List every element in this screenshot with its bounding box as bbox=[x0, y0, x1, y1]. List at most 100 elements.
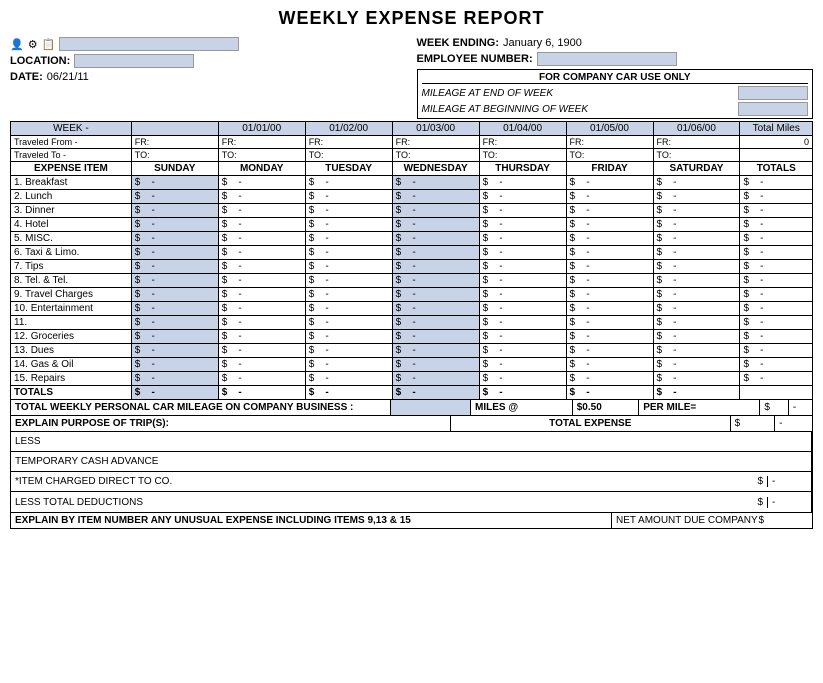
item-11-mon[interactable]: $ - bbox=[218, 316, 305, 330]
item-13-mon[interactable]: $ - bbox=[218, 344, 305, 358]
item-14-tue[interactable]: $ - bbox=[305, 358, 392, 372]
item-4-wed[interactable]: $ - bbox=[392, 218, 479, 232]
item-3-fri[interactable]: $ - bbox=[566, 204, 653, 218]
item-14-sat[interactable]: $ - bbox=[653, 358, 740, 372]
item-11-fri[interactable]: $ - bbox=[566, 316, 653, 330]
item-2-thu[interactable]: $ - bbox=[479, 190, 566, 204]
item-9-sun[interactable]: $ - bbox=[131, 288, 218, 302]
item-10-mon[interactable]: $ - bbox=[218, 302, 305, 316]
item-9-thu[interactable]: $ - bbox=[479, 288, 566, 302]
item-7-fri[interactable]: $ - bbox=[566, 260, 653, 274]
item-1-wed[interactable]: $ - bbox=[392, 176, 479, 190]
item-13-sat[interactable]: $ - bbox=[653, 344, 740, 358]
item-2-sun[interactable]: $ - bbox=[131, 190, 218, 204]
item-4-fri[interactable]: $ - bbox=[566, 218, 653, 232]
item-12-tue[interactable]: $ - bbox=[305, 330, 392, 344]
item-15-fri[interactable]: $ - bbox=[566, 372, 653, 386]
item-5-sat[interactable]: $ - bbox=[653, 232, 740, 246]
item-6-sat[interactable]: $ - bbox=[653, 246, 740, 260]
item-7-tue[interactable]: $ - bbox=[305, 260, 392, 274]
item-4-sat[interactable]: $ - bbox=[653, 218, 740, 232]
item-13-thu[interactable]: $ - bbox=[479, 344, 566, 358]
item-7-wed[interactable]: $ - bbox=[392, 260, 479, 274]
item-8-sat[interactable]: $ - bbox=[653, 274, 740, 288]
item-8-fri[interactable]: $ - bbox=[566, 274, 653, 288]
item-9-fri[interactable]: $ - bbox=[566, 288, 653, 302]
item-5-fri[interactable]: $ - bbox=[566, 232, 653, 246]
mileage-begin-input[interactable] bbox=[738, 102, 808, 116]
item-10-tue[interactable]: $ - bbox=[305, 302, 392, 316]
item-4-mon[interactable]: $ - bbox=[218, 218, 305, 232]
item-14-fri[interactable]: $ - bbox=[566, 358, 653, 372]
item-10-sat[interactable]: $ - bbox=[653, 302, 740, 316]
item-6-tue[interactable]: $ - bbox=[305, 246, 392, 260]
item-6-sun[interactable]: $ - bbox=[131, 246, 218, 260]
item-10-thu[interactable]: $ - bbox=[479, 302, 566, 316]
item-9-mon[interactable]: $ - bbox=[218, 288, 305, 302]
item-13-wed[interactable]: $ - bbox=[392, 344, 479, 358]
item-4-sun[interactable]: $ - bbox=[131, 218, 218, 232]
mileage-input[interactable] bbox=[391, 400, 471, 416]
item-11-thu[interactable]: $ - bbox=[479, 316, 566, 330]
item-3-wed[interactable]: $ - bbox=[392, 204, 479, 218]
item-11-sun[interactable]: $ - bbox=[131, 316, 218, 330]
item-5-tue[interactable]: $ - bbox=[305, 232, 392, 246]
item-3-mon[interactable]: $ - bbox=[218, 204, 305, 218]
item-13-fri[interactable]: $ - bbox=[566, 344, 653, 358]
item-12-fri[interactable]: $ - bbox=[566, 330, 653, 344]
item-14-wed[interactable]: $ - bbox=[392, 358, 479, 372]
item-8-sun[interactable]: $ - bbox=[131, 274, 218, 288]
item-7-sun[interactable]: $ - bbox=[131, 260, 218, 274]
item-2-sat[interactable]: $ - bbox=[653, 190, 740, 204]
item-2-mon[interactable]: $ - bbox=[218, 190, 305, 204]
mileage-end-input[interactable] bbox=[738, 86, 808, 100]
item-6-mon[interactable]: $ - bbox=[218, 246, 305, 260]
item-9-tue[interactable]: $ - bbox=[305, 288, 392, 302]
item-1-thu[interactable]: $ - bbox=[479, 176, 566, 190]
item-10-wed[interactable]: $ - bbox=[392, 302, 479, 316]
item-8-tue[interactable]: $ - bbox=[305, 274, 392, 288]
item-3-sun[interactable]: $ - bbox=[131, 204, 218, 218]
employee-number-input[interactable] bbox=[537, 52, 677, 66]
item-9-sat[interactable]: $ - bbox=[653, 288, 740, 302]
item-5-thu[interactable]: $ - bbox=[479, 232, 566, 246]
item-4-thu[interactable]: $ - bbox=[479, 218, 566, 232]
item-8-thu[interactable]: $ - bbox=[479, 274, 566, 288]
item-1-tue[interactable]: $ - bbox=[305, 176, 392, 190]
item-14-mon[interactable]: $ - bbox=[218, 358, 305, 372]
item-9-wed[interactable]: $ - bbox=[392, 288, 479, 302]
name-input[interactable] bbox=[59, 37, 239, 51]
item-10-sun[interactable]: $ - bbox=[131, 302, 218, 316]
item-12-wed[interactable]: $ - bbox=[392, 330, 479, 344]
location-input[interactable] bbox=[74, 54, 194, 68]
item-4-tue[interactable]: $ - bbox=[305, 218, 392, 232]
item-13-tue[interactable]: $ - bbox=[305, 344, 392, 358]
item-1-fri[interactable]: $ - bbox=[566, 176, 653, 190]
item-3-sat[interactable]: $ - bbox=[653, 204, 740, 218]
item-15-sun[interactable]: $ - bbox=[131, 372, 218, 386]
item-12-thu[interactable]: $ - bbox=[479, 330, 566, 344]
item-12-sun[interactable]: $ - bbox=[131, 330, 218, 344]
item-3-thu[interactable]: $ - bbox=[479, 204, 566, 218]
item-12-sat[interactable]: $ - bbox=[653, 330, 740, 344]
item-7-sat[interactable]: $ - bbox=[653, 260, 740, 274]
item-7-mon[interactable]: $ - bbox=[218, 260, 305, 274]
item-14-thu[interactable]: $ - bbox=[479, 358, 566, 372]
item-15-sat[interactable]: $ - bbox=[653, 372, 740, 386]
item-13-sun[interactable]: $ - bbox=[131, 344, 218, 358]
item-11-wed[interactable]: $ - bbox=[392, 316, 479, 330]
item-1-mon[interactable]: $ - bbox=[218, 176, 305, 190]
item-6-fri[interactable]: $ - bbox=[566, 246, 653, 260]
item-3-tue[interactable]: $ - bbox=[305, 204, 392, 218]
item-15-thu[interactable]: $ - bbox=[479, 372, 566, 386]
item-2-wed[interactable]: $ - bbox=[392, 190, 479, 204]
item-6-wed[interactable]: $ - bbox=[392, 246, 479, 260]
item-2-tue[interactable]: $ - bbox=[305, 190, 392, 204]
item-15-mon[interactable]: $ - bbox=[218, 372, 305, 386]
item-5-wed[interactable]: $ - bbox=[392, 232, 479, 246]
item-5-mon[interactable]: $ - bbox=[218, 232, 305, 246]
item-8-mon[interactable]: $ - bbox=[218, 274, 305, 288]
item-11-tue[interactable]: $ - bbox=[305, 316, 392, 330]
item-11-sat[interactable]: $ - bbox=[653, 316, 740, 330]
item-6-thu[interactable]: $ - bbox=[479, 246, 566, 260]
